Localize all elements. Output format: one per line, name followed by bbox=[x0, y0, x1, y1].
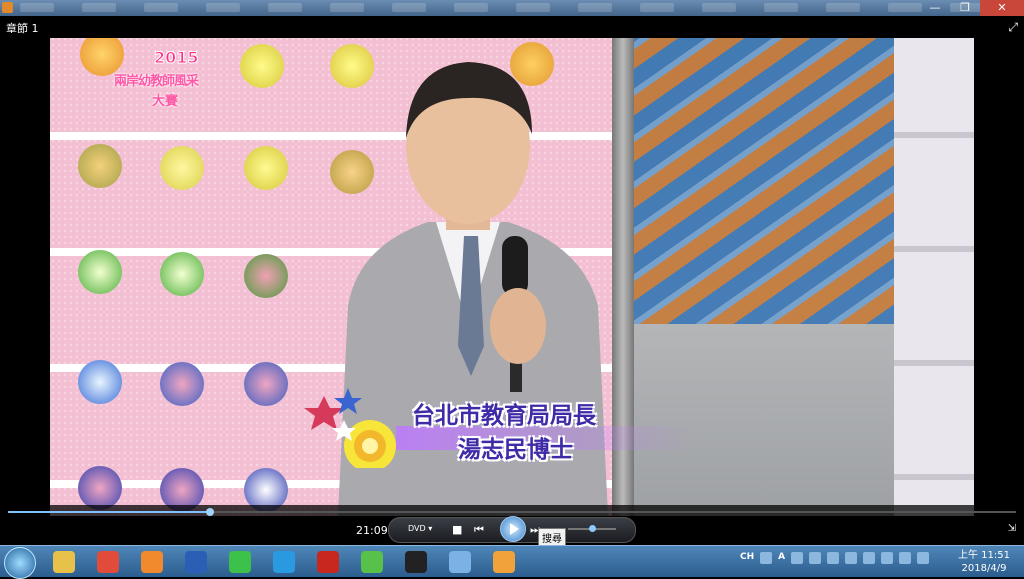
word-icon bbox=[185, 551, 207, 573]
source-label: DVD bbox=[408, 524, 426, 533]
media-player-taskbar-button[interactable] bbox=[132, 549, 172, 575]
stage-light bbox=[240, 44, 284, 88]
tray-icon[interactable] bbox=[899, 552, 912, 564]
maximize-button[interactable]: ❐ bbox=[950, 0, 980, 16]
photos-icon bbox=[449, 551, 471, 573]
app-icon bbox=[2, 2, 13, 13]
qq-icon bbox=[405, 551, 427, 573]
start-button[interactable] bbox=[4, 547, 36, 579]
elapsed-time: 21:09 bbox=[356, 524, 388, 537]
internet-explorer-icon bbox=[273, 551, 295, 573]
acrobat-taskbar-button[interactable] bbox=[308, 549, 348, 575]
minimize-icon: — bbox=[929, 1, 941, 14]
player-controls: 21:09 DVD ▾ ■ ⏮ ⏭ 搜尋 ⇲ bbox=[0, 505, 1024, 547]
logo-name: 兩岸幼教師風采 bbox=[114, 74, 199, 89]
previous-icon[interactable]: ⏮ bbox=[474, 523, 484, 537]
show-hidden-icon[interactable] bbox=[881, 552, 894, 564]
taskbar-clock[interactable]: 上午 11:51 2018/4/9 bbox=[958, 549, 1010, 575]
stage-light bbox=[244, 254, 288, 298]
chapter-label: 章節 1 bbox=[6, 22, 39, 35]
paint-icon bbox=[493, 551, 515, 573]
caption-name: 湯志民博士 bbox=[458, 437, 573, 463]
stage-light bbox=[78, 144, 122, 188]
system-tray: CH A bbox=[740, 552, 930, 564]
chapter-bar: 章節 1 ⤢ bbox=[0, 16, 1024, 38]
caption-title: 台北市教育局局長 bbox=[412, 403, 596, 429]
clock-date: 2018/4/9 bbox=[961, 563, 1007, 574]
volume-thumb[interactable] bbox=[589, 525, 596, 532]
fullscreen-toggle-icon[interactable]: ⤢ bbox=[1008, 20, 1018, 35]
speaker-icon[interactable] bbox=[917, 552, 930, 564]
volume-slider[interactable] bbox=[568, 525, 616, 532]
word-taskbar-button[interactable] bbox=[176, 549, 216, 575]
stage-side-panel bbox=[894, 24, 974, 516]
qq-taskbar-button[interactable] bbox=[396, 549, 436, 575]
line-icon bbox=[229, 551, 251, 573]
stage-light bbox=[160, 362, 204, 406]
seek-progress bbox=[8, 511, 210, 513]
wechat-icon bbox=[361, 551, 383, 573]
wechat-taskbar-button[interactable] bbox=[352, 549, 392, 575]
ime-indicator[interactable]: CH bbox=[740, 552, 754, 564]
stage-light bbox=[244, 146, 288, 190]
acrobat-icon bbox=[317, 551, 339, 573]
source-selector[interactable]: DVD ▾ bbox=[408, 524, 432, 533]
mini-player-icon[interactable]: ⇲ bbox=[1008, 523, 1016, 534]
minimize-button[interactable]: — bbox=[920, 0, 950, 16]
close-icon: ✕ bbox=[997, 1, 1007, 14]
network-icon[interactable] bbox=[760, 552, 773, 564]
stage-light bbox=[78, 250, 122, 294]
file-explorer-taskbar-button[interactable] bbox=[44, 549, 84, 575]
tray-icon[interactable] bbox=[809, 552, 822, 564]
media-player-icon bbox=[141, 551, 163, 573]
play-button[interactable] bbox=[500, 516, 526, 542]
chrome-icon bbox=[97, 551, 119, 573]
seek-thumb[interactable] bbox=[205, 508, 214, 516]
stage-light bbox=[78, 360, 122, 404]
maximize-icon: ❐ bbox=[960, 1, 970, 14]
tray-icon[interactable] bbox=[791, 552, 804, 564]
tray-icon[interactable] bbox=[827, 552, 840, 564]
internet-explorer-taskbar-button[interactable] bbox=[264, 549, 304, 575]
stage-stripes bbox=[634, 24, 894, 324]
file-explorer-icon bbox=[53, 551, 75, 573]
font-indicator[interactable]: A bbox=[778, 552, 785, 564]
stage-light bbox=[244, 362, 288, 406]
stop-icon[interactable]: ■ bbox=[452, 523, 462, 536]
photos-taskbar-button[interactable] bbox=[440, 549, 480, 575]
logo-year: 2015 bbox=[154, 48, 200, 68]
line-taskbar-button[interactable] bbox=[220, 549, 260, 575]
tray-icon[interactable] bbox=[863, 552, 876, 564]
paint-taskbar-button[interactable] bbox=[484, 549, 524, 575]
title-bar-reflection bbox=[20, 3, 984, 12]
lower-third-caption: 台北市教育局局長 湯志民博士 bbox=[300, 368, 696, 468]
stage-light bbox=[160, 146, 204, 190]
taskbar: CH A 上午 11:51 2018/4/9 bbox=[0, 545, 1024, 579]
show-logo: 2015 兩岸幼教師風采 大賽 bbox=[108, 44, 238, 114]
help-icon[interactable] bbox=[845, 552, 858, 564]
stage-light bbox=[160, 252, 204, 296]
chrome-taskbar-button[interactable] bbox=[88, 549, 128, 575]
clock-time: 上午 11:51 bbox=[958, 550, 1010, 561]
stage-light bbox=[78, 466, 122, 510]
logo-subtitle: 大賽 bbox=[152, 94, 179, 109]
window-title-bar: — ❐ ✕ bbox=[0, 0, 1024, 16]
video-frame[interactable]: 2015 兩岸幼教師風采 大賽 台北市教育局局長 湯志民博士 bbox=[0, 24, 1024, 516]
seek-bar[interactable] bbox=[8, 508, 1016, 516]
close-button[interactable]: ✕ bbox=[980, 0, 1024, 16]
